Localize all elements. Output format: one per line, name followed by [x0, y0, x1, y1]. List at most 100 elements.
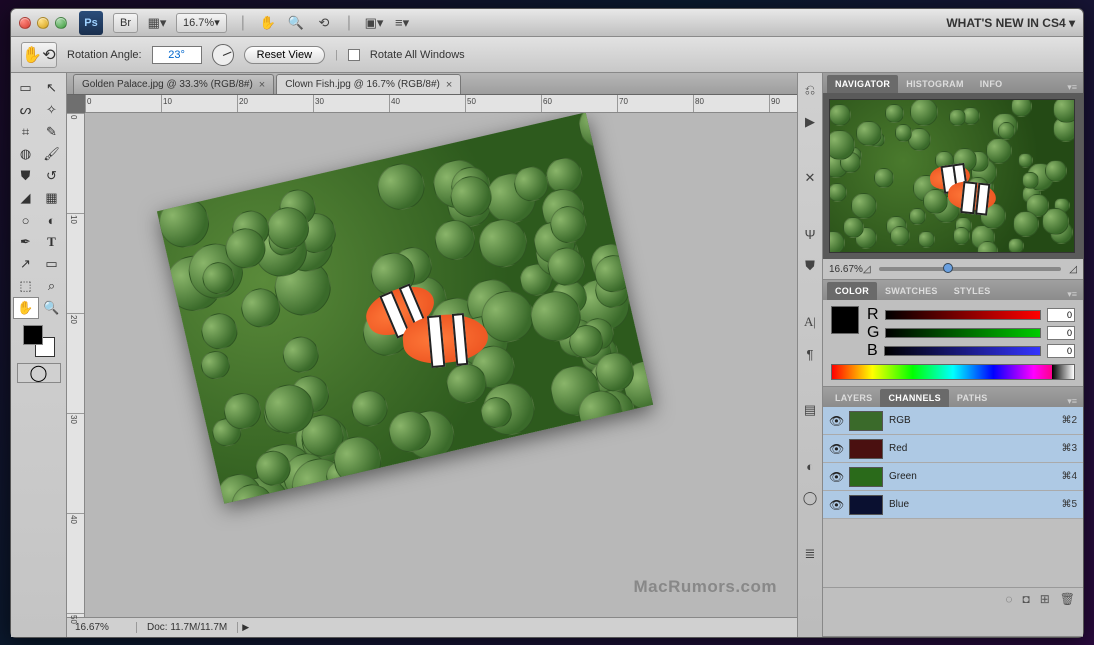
- tool-pen[interactable]: ✒: [13, 231, 39, 253]
- whats-new-menu[interactable]: WHAT'S NEW IN CS4 ▾: [946, 16, 1075, 30]
- tool-zoom[interactable]: 🔍: [39, 297, 65, 319]
- visibility-icon[interactable]: 👁: [829, 470, 843, 484]
- layers-panel-icon[interactable]: ≣: [801, 545, 819, 563]
- arrange-icon[interactable]: ≡▾: [393, 14, 411, 32]
- bridge-button[interactable]: Br: [113, 13, 138, 33]
- navigator-thumbnail[interactable]: [829, 99, 1075, 253]
- color-spectrum[interactable]: [831, 364, 1075, 380]
- history-panel-icon[interactable]: ⎌: [801, 81, 819, 99]
- tool-stamp[interactable]: ⛊: [13, 165, 39, 187]
- tab-paths[interactable]: PATHS: [949, 389, 996, 407]
- g-value[interactable]: [1047, 326, 1075, 340]
- char-panel-icon[interactable]: A|: [801, 313, 819, 331]
- tool-crop[interactable]: ⌗: [13, 121, 39, 143]
- tool-history[interactable]: ↺: [39, 165, 65, 187]
- minimize-window-icon[interactable]: [37, 17, 49, 29]
- tool-camera[interactable]: ⌕: [39, 275, 65, 297]
- tool-gradient[interactable]: ▦: [39, 187, 65, 209]
- tool-hand[interactable]: ✋: [13, 297, 39, 319]
- load-selection-icon[interactable]: ◌: [1005, 592, 1012, 606]
- color-swatch-pair[interactable]: [21, 323, 57, 359]
- tool-lasso[interactable]: ᔕ: [13, 99, 39, 121]
- tool-path[interactable]: ↗: [13, 253, 39, 275]
- channel-shortcut: ⌘2: [1061, 415, 1077, 426]
- zoom-window-icon[interactable]: [55, 17, 67, 29]
- tool-shape[interactable]: ▭: [39, 253, 65, 275]
- panel-menu-icon[interactable]: ▾≡: [1067, 82, 1077, 93]
- tool-type[interactable]: T: [39, 231, 65, 253]
- tool-wand[interactable]: ✧: [39, 99, 65, 121]
- foreground-color-swatch[interactable]: [23, 325, 43, 345]
- canvas[interactable]: MacRumors.com: [85, 113, 797, 617]
- rotate-view-icon[interactable]: ⟲: [315, 14, 333, 32]
- channel-row[interactable]: 👁Blue⌘5: [823, 491, 1083, 519]
- tab-styles[interactable]: STYLES: [946, 282, 999, 300]
- tool-dodge[interactable]: ◐: [39, 209, 65, 231]
- quickmask-toggle[interactable]: ◯: [17, 363, 61, 383]
- close-tab-icon[interactable]: ×: [259, 79, 265, 91]
- rotation-dial[interactable]: [212, 44, 234, 66]
- r-value[interactable]: [1047, 308, 1075, 322]
- tool-marquee[interactable]: ↖: [39, 77, 65, 99]
- tool-heal[interactable]: ◍: [13, 143, 39, 165]
- close-window-icon[interactable]: [19, 17, 31, 29]
- reset-view-button[interactable]: Reset View: [244, 46, 325, 64]
- zoom-level-dropdown[interactable]: 16.7% ▾: [176, 13, 227, 33]
- tool-blur[interactable]: ○: [13, 209, 39, 231]
- visibility-icon[interactable]: 👁: [829, 442, 843, 456]
- tab-layers[interactable]: LAYERS: [827, 389, 880, 407]
- channel-row[interactable]: 👁RGB⌘2: [823, 407, 1083, 435]
- photoshop-icon[interactable]: Ps: [79, 11, 103, 35]
- visibility-icon[interactable]: 👁: [829, 414, 843, 428]
- tab-histogram[interactable]: HISTOGRAM: [898, 75, 972, 93]
- notes-panel-icon[interactable]: ▤: [801, 401, 819, 419]
- clone-panel-icon[interactable]: ⛊: [801, 257, 819, 275]
- tab-color[interactable]: COLOR: [827, 282, 877, 300]
- navigator-zoom-slider[interactable]: [879, 267, 1062, 271]
- tab-channels[interactable]: CHANNELS: [880, 389, 948, 407]
- close-tab-icon[interactable]: ×: [446, 79, 452, 91]
- filmstrip-icon[interactable]: ▦▾: [148, 14, 166, 32]
- tool-move[interactable]: ▭: [13, 77, 39, 99]
- tool-3d[interactable]: ⬚: [13, 275, 39, 297]
- hand-icon[interactable]: ✋: [259, 14, 277, 32]
- channel-row[interactable]: 👁Red⌘3: [823, 435, 1083, 463]
- rotate-all-checkbox[interactable]: [348, 49, 360, 61]
- save-selection-icon[interactable]: ◘: [1022, 592, 1029, 606]
- channel-row[interactable]: 👁Green⌘4: [823, 463, 1083, 491]
- tab-info[interactable]: INFO: [972, 75, 1011, 93]
- current-tool-preview[interactable]: ✋⟲: [21, 42, 57, 68]
- tab-navigator[interactable]: NAVIGATOR: [827, 75, 898, 93]
- g-slider[interactable]: [885, 328, 1041, 338]
- status-doc-size: Doc: 11.7M/11.7M: [137, 622, 238, 633]
- zoom-out-icon[interactable]: ◿: [863, 264, 871, 275]
- b-slider[interactable]: [884, 346, 1041, 356]
- navigator-zoom-value[interactable]: 16.67%: [829, 264, 863, 275]
- new-channel-icon[interactable]: ⊞: [1040, 592, 1050, 606]
- b-value[interactable]: [1047, 344, 1075, 358]
- tool-eyedrop[interactable]: ✎: [39, 121, 65, 143]
- tool-brush[interactable]: 🖌: [39, 143, 65, 165]
- status-menu-icon[interactable]: ▶: [242, 622, 249, 633]
- tool-eraser[interactable]: ◢: [13, 187, 39, 209]
- tab-clown-fish[interactable]: Clown Fish.jpg @ 16.7% (RGB/8#) ×: [276, 74, 461, 94]
- panel-menu-icon[interactable]: ▾≡: [1067, 289, 1077, 300]
- camera-panel-icon[interactable]: ◯: [801, 489, 819, 507]
- panel-menu-icon[interactable]: ▾≡: [1067, 396, 1077, 407]
- brushes-panel-icon[interactable]: Ψ: [801, 225, 819, 243]
- tab-swatches[interactable]: SWATCHES: [877, 282, 946, 300]
- delete-channel-icon[interactable]: 🗑: [1060, 592, 1075, 606]
- para-panel-icon[interactable]: ¶: [801, 345, 819, 363]
- color-fg-swatch[interactable]: [831, 306, 859, 334]
- screenmode-icon[interactable]: ▣▾: [365, 14, 383, 32]
- magnifier-icon[interactable]: 🔍: [287, 14, 305, 32]
- channels-body: 👁RGB⌘2👁Red⌘3👁Green⌘4👁Blue⌘5: [823, 407, 1083, 587]
- zoom-in-icon[interactable]: ◿: [1069, 264, 1077, 275]
- tab-golden-palace[interactable]: Golden Palace.jpg @ 33.3% (RGB/8#) ×: [73, 74, 274, 94]
- tool-presets-icon[interactable]: ✕: [801, 169, 819, 187]
- adjust-panel-icon[interactable]: ◐: [801, 457, 819, 475]
- r-slider[interactable]: [885, 310, 1041, 320]
- rotation-angle-input[interactable]: [152, 46, 202, 64]
- actions-panel-icon[interactable]: ▶: [801, 113, 819, 131]
- visibility-icon[interactable]: 👁: [829, 498, 843, 512]
